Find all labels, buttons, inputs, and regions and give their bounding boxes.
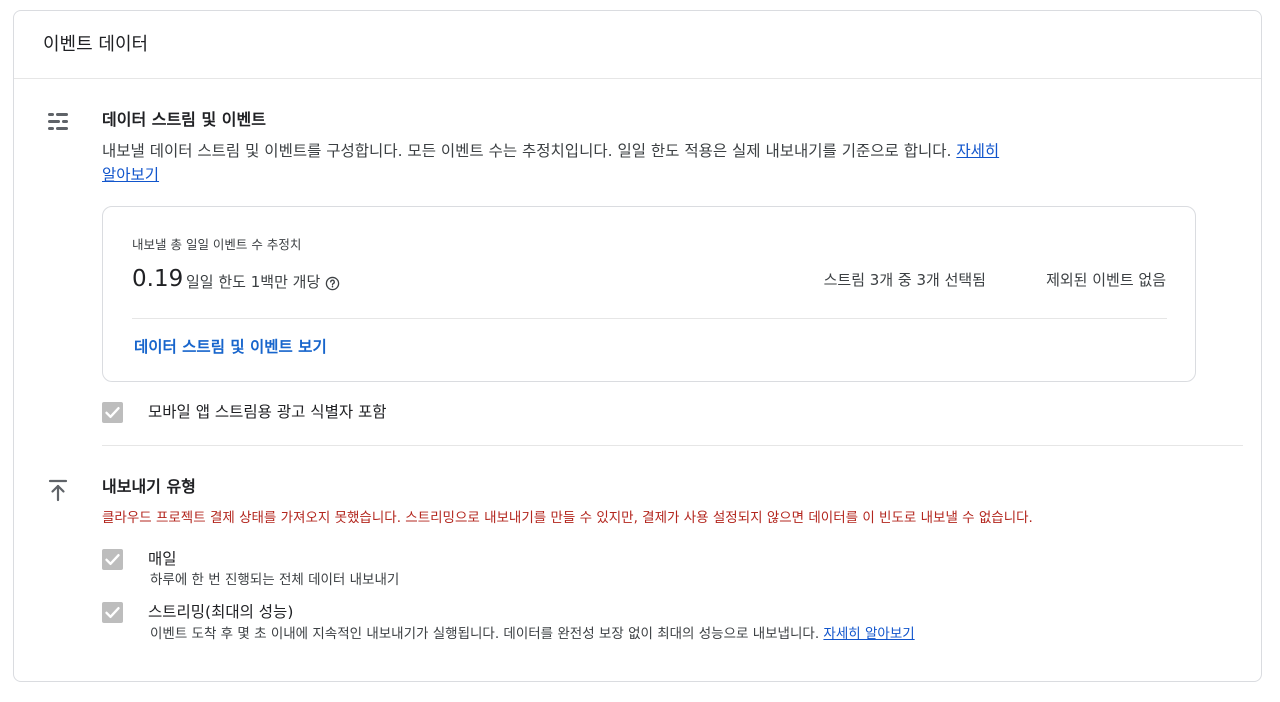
billing-error-message: 클라우드 프로젝트 결제 상태를 가져오지 못했습니다. 스트리밍으로 내보내기… [102,510,1033,526]
streams-description: 내보낼 데이터 스트림 및 이벤트를 구성합니다. 모든 이벤트 수는 추정치입… [102,139,1092,187]
data-streams-icon [45,109,71,135]
estimate-label: 내보낼 총 일일 이벤트 수 추정치 [132,237,302,252]
learn-more-text-1: 자세히 [956,142,1000,160]
daily-description: 하루에 한 번 진행되는 전체 데이터 내보내기 [150,572,400,588]
ad-identifier-checkbox[interactable] [102,402,123,423]
estimate-limit: 일일 한도 1백만 개당 [186,271,340,293]
section-divider [102,445,1243,446]
card-title: 이벤트 데이터 [43,34,149,55]
ad-identifier-label: 모바일 앱 스트림용 광고 식별자 포함 [148,403,387,421]
help-circle-icon[interactable] [325,275,340,290]
estimate-limit-text: 일일 한도 1백만 개당 [186,273,321,291]
event-estimate-box: 내보낼 총 일일 이벤트 수 추정치 0.19 일일 한도 1백만 개당 스트림… [102,206,1196,382]
streaming-learn-more-link[interactable]: 자세히 알아보기 [823,626,914,642]
daily-checkbox[interactable] [102,549,123,570]
export-section-title: 내보내기 유형 [102,477,196,496]
event-data-card: 이벤트 데이터 데이터 스트림 및 이벤트 내보낼 데이터 스트림 및 이벤트를… [13,10,1262,682]
streams-selected: 스트림 3개 중 3개 선택됨 [823,271,986,289]
streaming-description-text: 이벤트 도착 후 몇 초 이내에 지속적인 내보내기가 실행됩니다. 데이터를 … [150,626,820,642]
estimate-divider [132,318,1167,319]
upload-icon [45,477,71,503]
excluded-events: 제외된 이벤트 없음 [1046,271,1166,289]
view-streams-events-link[interactable]: 데이터 스트림 및 이벤트 보기 [134,336,327,358]
streams-section-title: 데이터 스트림 및 이벤트 [102,110,266,129]
streams-description-text: 내보낼 데이터 스트림 및 이벤트를 구성합니다. 모든 이벤트 수는 추정치입… [102,142,952,160]
card-header: 이벤트 데이터 [14,11,1261,79]
learn-more-text-2: 알아보기 [102,166,160,184]
streaming-description: 이벤트 도착 후 몇 초 이내에 지속적인 내보내기가 실행됩니다. 데이터를 … [150,624,915,644]
streaming-label: 스트리밍(최대의 성능) [148,603,294,621]
streaming-checkbox[interactable] [102,602,123,623]
daily-label: 매일 [148,550,177,568]
estimate-value: 0.19 [132,266,184,292]
